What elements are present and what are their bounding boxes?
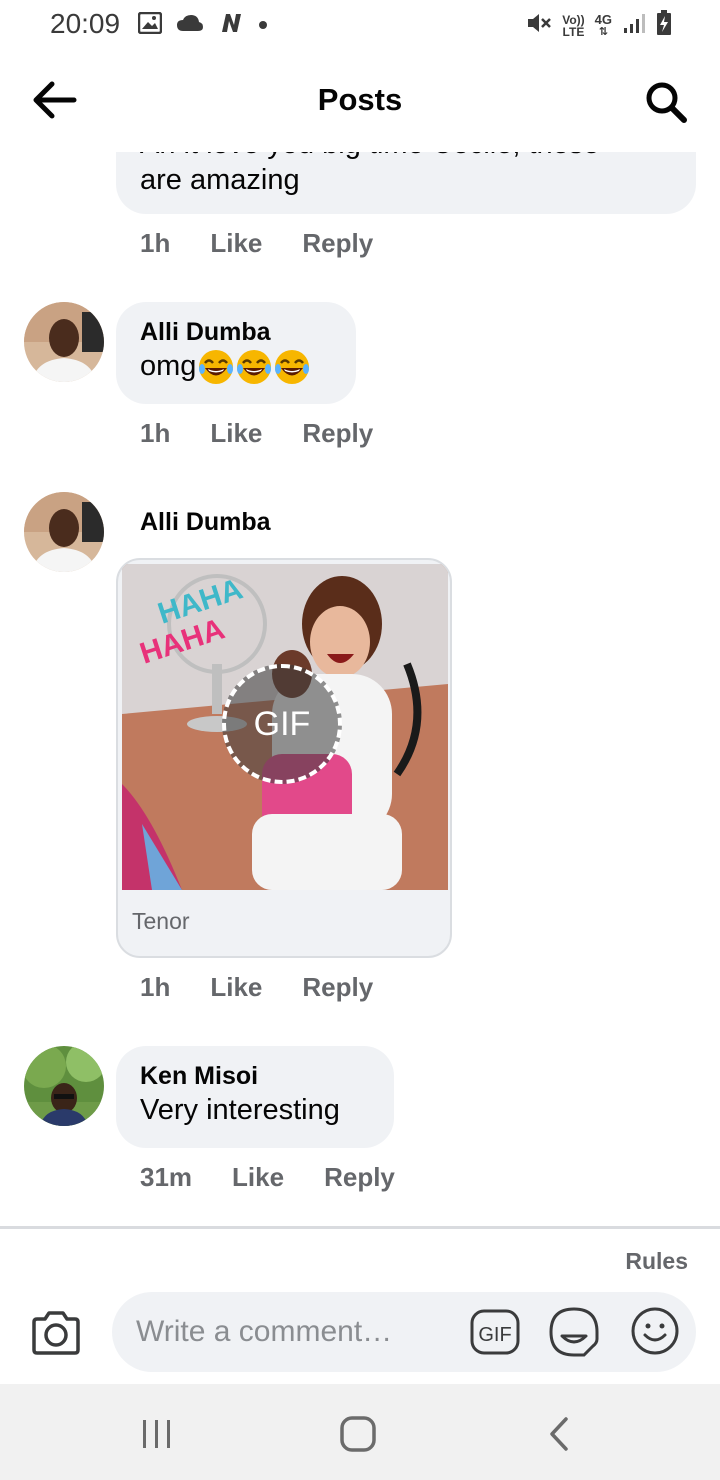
- gif-source: Tenor: [132, 908, 190, 934]
- gif-button[interactable]: GIF: [470, 1308, 520, 1356]
- 4g-icon: 4G ⇅: [594, 11, 612, 38]
- gif-attachment[interactable]: HAHA HAHA GIF Tenor: [116, 558, 452, 958]
- avatar[interactable]: [24, 492, 104, 572]
- face-with-tears-of-joy-icon: [198, 349, 234, 385]
- avatar[interactable]: [24, 302, 104, 382]
- status-left-icons: [137, 11, 268, 39]
- comment-author[interactable]: Ken Misoi: [140, 1060, 370, 1092]
- camera-icon[interactable]: [30, 1310, 82, 1356]
- comment-author[interactable]: Alli Dumba: [140, 316, 332, 348]
- gallery-icon: [137, 11, 163, 39]
- status-time: 20:09: [50, 8, 121, 39]
- like-button[interactable]: Like: [210, 228, 262, 259]
- divider: [0, 1226, 720, 1229]
- like-button[interactable]: Like: [232, 1162, 284, 1193]
- dot-icon: [258, 17, 268, 35]
- avatar[interactable]: [24, 1046, 104, 1126]
- comment-text: Very interesting: [140, 1094, 340, 1126]
- comment-text: omg: [140, 348, 332, 385]
- face-with-tears-of-joy-icon: [236, 349, 272, 385]
- comment-time: 1h: [140, 418, 171, 448]
- comments-list: Ah it love you big time Cecile, these ar…: [0, 152, 720, 1226]
- comment-time: 1h: [140, 972, 171, 1002]
- smiley-icon[interactable]: [630, 1306, 680, 1356]
- comment-time: 31m: [140, 1162, 193, 1192]
- reply-button[interactable]: Reply: [324, 1162, 395, 1193]
- status-right-icons: Vo)) LTE 4G ⇅: [526, 10, 672, 41]
- reply-button[interactable]: Reply: [302, 228, 373, 259]
- system-nav-bar: [0, 1384, 720, 1480]
- battery-icon: [656, 10, 672, 41]
- rules-link[interactable]: Rules: [625, 1248, 688, 1275]
- comment-input[interactable]: [136, 1312, 466, 1352]
- sticker-icon[interactable]: [548, 1306, 600, 1358]
- comment-bubble[interactable]: Ken Misoi Very interesting: [116, 1046, 394, 1148]
- gif-play-badge[interactable]: GIF: [222, 664, 342, 784]
- search-icon[interactable]: [642, 78, 690, 126]
- reply-button[interactable]: Reply: [302, 972, 373, 1003]
- mute-icon: [526, 11, 552, 40]
- volte-icon: Vo)) LTE: [562, 12, 585, 39]
- comment-text: are amazing: [140, 164, 300, 196]
- comment-actions: 1h Like Reply: [140, 228, 373, 259]
- comment-actions: 31m Like Reply: [140, 1162, 395, 1193]
- back-icon[interactable]: [540, 1414, 580, 1454]
- comment-actions: 1h Like Reply: [140, 418, 373, 449]
- face-with-tears-of-joy-icon: [274, 349, 310, 385]
- page-title: Posts: [317, 82, 403, 117]
- top-app-bar: Posts: [0, 60, 720, 140]
- signal-icon: [622, 11, 646, 40]
- n-icon: [218, 12, 244, 39]
- comment-author[interactable]: Alli Dumba: [140, 506, 271, 538]
- comment-actions: 1h Like Reply: [140, 972, 373, 1003]
- comment-bubble[interactable]: Alli Dumba omg: [116, 302, 356, 404]
- comment-text-partial: Ah it love you big time Cecile, these: [140, 152, 672, 162]
- svg-text:GIF: GIF: [478, 1324, 511, 1346]
- comment-time: 1h: [140, 228, 171, 258]
- recent-apps-icon[interactable]: [137, 1414, 177, 1454]
- cloud-icon: [176, 14, 204, 37]
- gif-badge-label: GIF: [253, 704, 311, 743]
- home-icon[interactable]: [338, 1414, 378, 1454]
- reply-button[interactable]: Reply: [302, 418, 373, 449]
- like-button[interactable]: Like: [210, 972, 262, 1003]
- like-button[interactable]: Like: [210, 418, 262, 449]
- status-bar: 20:09 Vo)) LTE 4G ⇅: [0, 0, 720, 50]
- comment-composer: GIF: [112, 1292, 696, 1372]
- comment-bubble[interactable]: Ah it love you big time Cecile, these ar…: [116, 152, 696, 214]
